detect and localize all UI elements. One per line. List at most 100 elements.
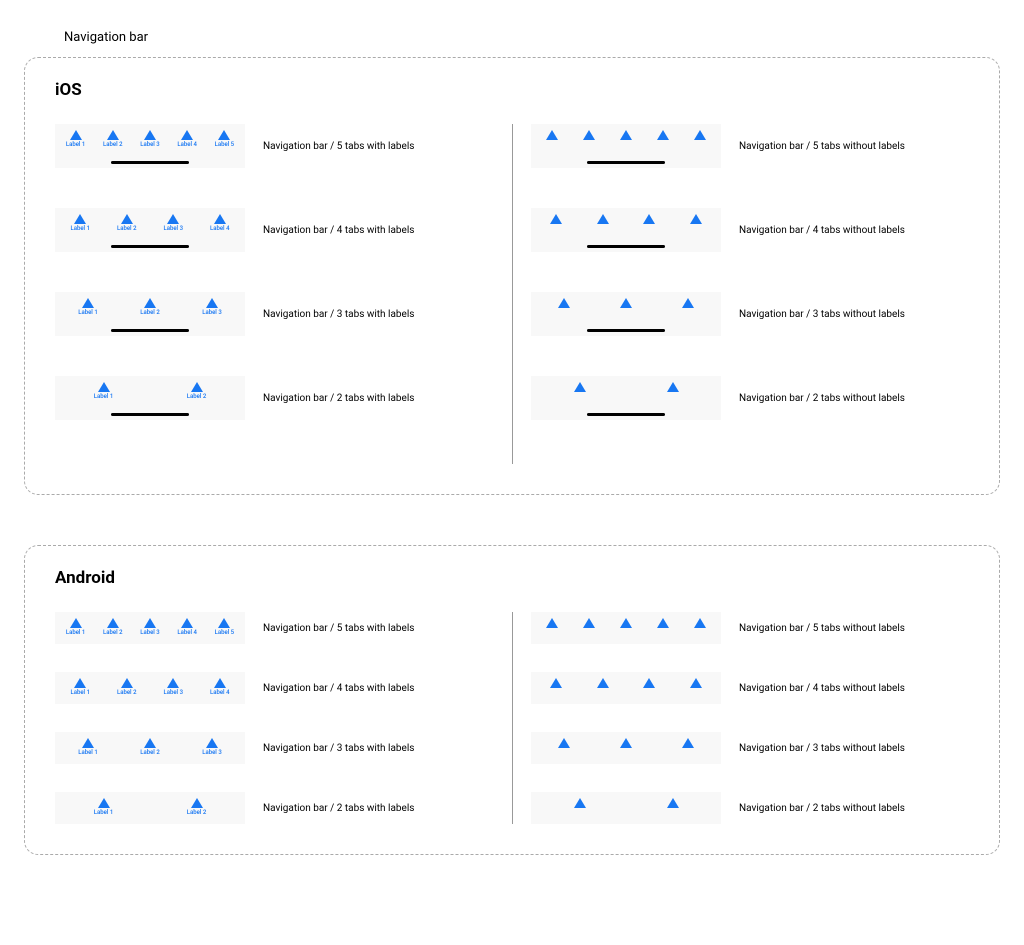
tab[interactable]: Label 3 — [140, 130, 160, 148]
tab[interactable] — [657, 130, 669, 140]
triangle-icon — [597, 678, 609, 688]
tab[interactable] — [574, 382, 586, 392]
navbar-ios-3-labels[interactable]: Label 1 Label 2 Label 3 — [55, 292, 245, 336]
navbar-row-with-labels: Label 1Label 2Navigation bar / 2 tabs wi… — [55, 376, 493, 420]
tab[interactable]: Label 1 — [66, 130, 86, 148]
triangle-icon — [144, 130, 156, 140]
tab-label: Label 2 — [140, 749, 160, 756]
tab[interactable] — [583, 130, 595, 140]
navbar-android-4-labels[interactable]: Label 1 Label 2 Label 3 Label 4 — [55, 672, 245, 704]
tab[interactable]: Label 2 — [117, 214, 137, 232]
tab[interactable]: Label 2 — [140, 298, 160, 316]
navbar-android-2-nolabels[interactable] — [531, 792, 721, 824]
tab[interactable]: Label 2 — [117, 678, 137, 696]
tab[interactable]: Label 4 — [210, 214, 230, 232]
navbar-ios-4-labels[interactable]: Label 1 Label 2 Label 3 Label 4 — [55, 208, 245, 252]
tab[interactable]: Label 2 — [187, 798, 207, 816]
tab-label: Label 1 — [71, 689, 91, 696]
navbar-android-3-labels[interactable]: Label 1 Label 2 Label 3 — [55, 732, 245, 764]
tab[interactable] — [682, 298, 694, 308]
tab[interactable]: Label 4 — [177, 130, 197, 148]
tab[interactable]: Label 5 — [215, 618, 235, 636]
tab[interactable] — [620, 618, 632, 628]
tab[interactable]: Label 1 — [78, 738, 98, 756]
tab[interactable]: Label 3 — [202, 738, 222, 756]
tab[interactable] — [682, 738, 694, 748]
navbar-ios-3-nolabels[interactable] — [531, 292, 721, 336]
tab[interactable] — [558, 298, 570, 308]
variant-caption: Navigation bar / 5 tabs with labels — [263, 141, 414, 152]
tab[interactable] — [546, 618, 558, 628]
tab[interactable]: Label 3 — [164, 678, 184, 696]
tab[interactable]: Label 4 — [177, 618, 197, 636]
tab[interactable]: Label 2 — [140, 738, 160, 756]
home-indicator — [587, 245, 665, 248]
tab[interactable] — [657, 618, 669, 628]
variant-caption: Navigation bar / 2 tabs without labels — [739, 803, 905, 814]
tab[interactable] — [546, 130, 558, 140]
tab-label: Label 2 — [117, 689, 137, 696]
triangle-icon — [690, 214, 702, 224]
navbar-ios-2-nolabels[interactable] — [531, 376, 721, 420]
navbar-android-5-nolabels[interactable] — [531, 612, 721, 644]
tab[interactable] — [694, 618, 706, 628]
navbar-row-without-labels: Navigation bar / 3 tabs without labels — [531, 732, 969, 764]
tab[interactable]: Label 1 — [94, 382, 114, 400]
tab-label: Label 1 — [66, 141, 86, 148]
navbar-android-2-labels[interactable]: Label 1 Label 2 — [55, 792, 245, 824]
tab[interactable] — [620, 298, 632, 308]
triangle-icon — [74, 214, 86, 224]
tab[interactable] — [667, 382, 679, 392]
tab[interactable]: Label 1 — [71, 214, 91, 232]
tab[interactable] — [574, 798, 586, 808]
navbar-ios-2-labels[interactable]: Label 1 Label 2 — [55, 376, 245, 420]
navbar-row-without-labels: Navigation bar / 4 tabs without labels — [531, 672, 969, 704]
tab[interactable]: Label 4 — [210, 678, 230, 696]
tab[interactable]: Label 1 — [78, 298, 98, 316]
tab[interactable] — [690, 214, 702, 224]
tab[interactable] — [690, 678, 702, 688]
tab[interactable] — [643, 678, 655, 688]
tab[interactable]: Label 3 — [202, 298, 222, 316]
navbar-ios-5-nolabels[interactable] — [531, 124, 721, 168]
tab-label: Label 1 — [71, 225, 91, 232]
navbar-ios-5-labels[interactable]: Label 1 Label 2 Label 3 Label 4 Label 5 — [55, 124, 245, 168]
triangle-icon — [144, 298, 156, 308]
tab[interactable] — [667, 798, 679, 808]
home-indicator — [111, 413, 189, 416]
tab[interactable] — [550, 678, 562, 688]
navbar-ios-4-nolabels[interactable] — [531, 208, 721, 252]
tab[interactable] — [550, 214, 562, 224]
home-indicator — [587, 413, 665, 416]
navbar-row-with-labels: Label 1Label 2Label 3Navigation bar / 3 … — [55, 732, 493, 764]
tab[interactable] — [620, 130, 632, 140]
navbar-row-without-labels: Navigation bar / 2 tabs without labels — [531, 376, 969, 420]
tab[interactable]: Label 1 — [94, 798, 114, 816]
tab[interactable]: Label 3 — [164, 214, 184, 232]
home-indicator — [587, 329, 665, 332]
tab[interactable] — [597, 678, 609, 688]
triangle-icon — [682, 298, 694, 308]
tab[interactable] — [558, 738, 570, 748]
tab[interactable] — [620, 738, 632, 748]
navbar-row-with-labels: Label 1Label 2Label 3Label 4Label 5Navig… — [55, 612, 493, 644]
triangle-icon — [181, 618, 193, 628]
tab[interactable] — [694, 130, 706, 140]
navbar-android-5-labels[interactable]: Label 1 Label 2 Label 3 Label 4 Label 5 — [55, 612, 245, 644]
navbar-android-4-nolabels[interactable] — [531, 672, 721, 704]
tab-label: Label 4 — [210, 225, 230, 232]
tab[interactable]: Label 1 — [71, 678, 91, 696]
tab[interactable]: Label 5 — [215, 130, 235, 148]
tab[interactable]: Label 3 — [140, 618, 160, 636]
tab[interactable] — [643, 214, 655, 224]
tab[interactable] — [583, 618, 595, 628]
tab[interactable]: Label 2 — [103, 130, 123, 148]
tab-label: Label 2 — [103, 141, 123, 148]
navbar-android-3-nolabels[interactable] — [531, 732, 721, 764]
navbar-row-without-labels: Navigation bar / 5 tabs without labels — [531, 612, 969, 644]
tab[interactable]: Label 2 — [187, 382, 207, 400]
triangle-icon — [74, 678, 86, 688]
tab[interactable]: Label 1 — [66, 618, 86, 636]
tab[interactable] — [597, 214, 609, 224]
tab[interactable]: Label 2 — [103, 618, 123, 636]
